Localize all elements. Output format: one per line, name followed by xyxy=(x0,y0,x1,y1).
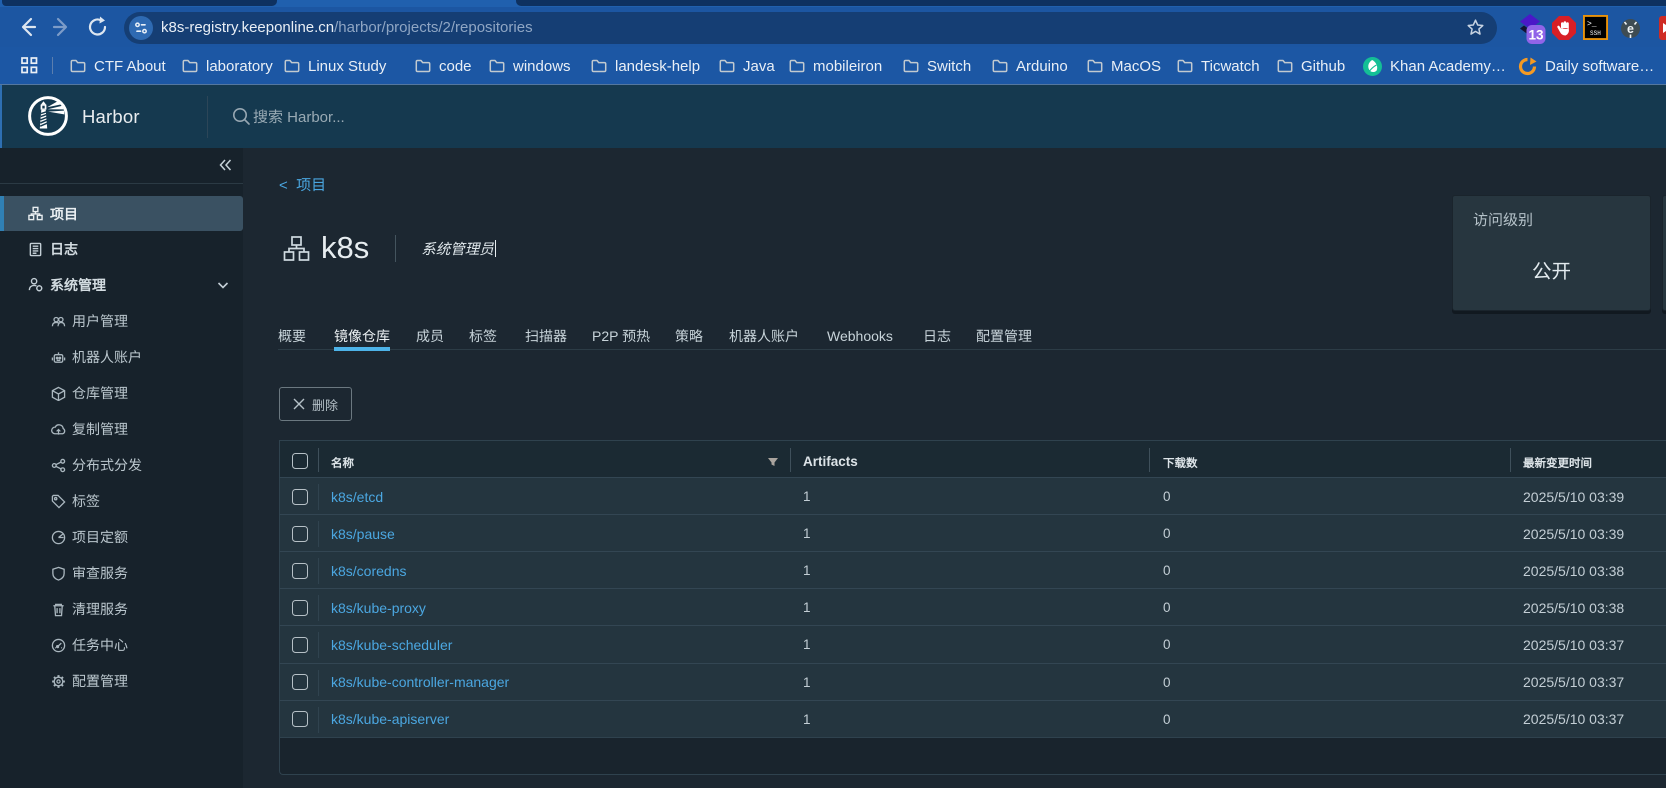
svg-text:>_: >_ xyxy=(1587,20,1597,29)
svg-text:13: 13 xyxy=(1528,28,1544,43)
svg-text:e: e xyxy=(1627,22,1634,36)
svg-text:SSH: SSH xyxy=(1590,30,1601,37)
